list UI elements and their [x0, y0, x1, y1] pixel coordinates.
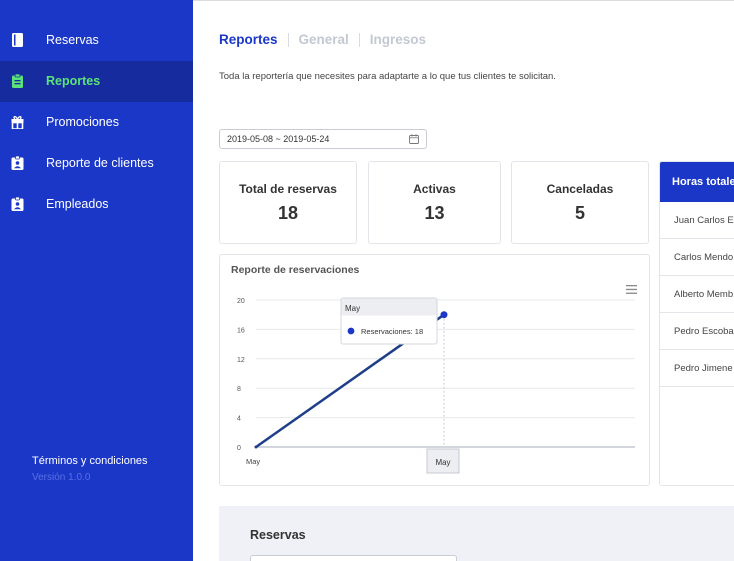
book-icon — [12, 33, 23, 47]
tooltip-marker — [347, 327, 355, 335]
page-subtitle: Toda la reportería que necesites para ad… — [219, 71, 556, 82]
clipboard-icon — [12, 74, 23, 88]
crosshair-label-text: May — [435, 458, 450, 467]
sidebar-item-label: Promociones — [46, 115, 119, 129]
date-range-value: 2019-05-08 ~ 2019-05-24 — [227, 134, 330, 144]
stat-card-canceladas: Canceladas 5 — [511, 161, 649, 244]
stat-label: Activas — [413, 182, 456, 196]
data-point[interactable] — [440, 311, 448, 319]
chart-tooltip: May Reservaciones: 18 — [340, 297, 438, 345]
badge-icon — [11, 156, 24, 170]
line-chart: 0 4 8 12 16 20 May May Reservaciones: 18 May — [237, 297, 635, 474]
tab-divider — [358, 32, 360, 47]
tab-divider — [287, 32, 289, 47]
y-tick-label: 12 — [237, 357, 245, 364]
tooltip-text: Reservaciones: 18 — [361, 327, 423, 336]
stat-card-total: Total de reservas 18 — [219, 161, 357, 244]
y-tick-label: 0 — [237, 445, 241, 452]
sidebar-item-reportes[interactable]: Reportes — [0, 61, 193, 102]
y-tick-label: 4 — [237, 416, 241, 423]
sidebar-item-label: Empleados — [46, 197, 109, 211]
main-content: Reportes General Ingresos Toda la report… — [193, 0, 734, 561]
sidebar: Reservas Reportes Promociones Reporte de… — [0, 0, 193, 561]
sidebar-item-promociones[interactable]: Promociones — [0, 102, 193, 143]
section-title: Reservas — [250, 528, 306, 542]
table-row[interactable]: Pedro Jimene — [660, 350, 734, 387]
stat-value: 5 — [574, 203, 585, 223]
tab-reportes[interactable]: Reportes — [219, 32, 278, 47]
crosshair-label: May — [426, 448, 460, 474]
reservations-chart-card: Reporte de reservaciones 0 4 8 12 16 20 May M… — [219, 254, 650, 486]
sidebar-item-label: Reportes — [46, 74, 101, 88]
table-row[interactable]: Pedro Escoba — [660, 313, 734, 350]
sidebar-item-reporte-clientes[interactable]: Reporte de clientes — [0, 143, 193, 184]
version-label: Versión 1.0.0 — [32, 472, 91, 483]
sidebar-item-label: Reporte de clientes — [46, 156, 154, 170]
stat-value: 18 — [277, 203, 299, 223]
tooltip-title: May — [345, 304, 360, 313]
hours-table: Horas totale Juan Carlos E Carlos Mendo … — [659, 161, 734, 486]
sidebar-item-label: Reservas — [46, 33, 99, 47]
y-tick-label: 8 — [237, 386, 241, 393]
sidebar-item-empleados[interactable]: Empleados — [0, 184, 193, 225]
app-root: Reservas Reportes Promociones Reporte de… — [0, 0, 734, 561]
stat-value: 13 — [424, 203, 445, 223]
table-row[interactable]: Juan Carlos E — [660, 202, 734, 239]
stat-card-activas: Activas 13 — [368, 161, 501, 244]
report-tabs: Reportes General Ingresos — [219, 32, 426, 47]
date-range-picker[interactable]: 2019-05-08 ~ 2019-05-24 — [219, 129, 427, 149]
sidebar-item-reservas[interactable]: Reservas — [0, 20, 193, 61]
data-point[interactable] — [254, 445, 258, 449]
y-tick-label: 20 — [237, 298, 245, 305]
reservas-input[interactable] — [250, 555, 457, 561]
tab-ingresos[interactable]: Ingresos — [370, 32, 426, 47]
tab-general[interactable]: General — [299, 32, 349, 47]
calendar-icon — [409, 134, 419, 144]
chart-x-axis: May — [246, 457, 260, 466]
y-tick-label: 16 — [237, 327, 245, 334]
hours-table-header: Horas totale — [660, 162, 734, 202]
table-row[interactable]: Alberto Memb — [660, 276, 734, 313]
x-tick-label: May — [246, 457, 260, 466]
gift-icon — [11, 116, 24, 129]
badge-icon — [11, 197, 24, 211]
terms-link[interactable]: Términos y condiciones — [32, 455, 148, 467]
stat-label: Canceladas — [546, 182, 614, 196]
table-row[interactable]: Carlos Mendo — [660, 239, 734, 276]
stat-label: Total de reservas — [239, 182, 337, 196]
reservas-section: Reservas — [219, 506, 734, 561]
